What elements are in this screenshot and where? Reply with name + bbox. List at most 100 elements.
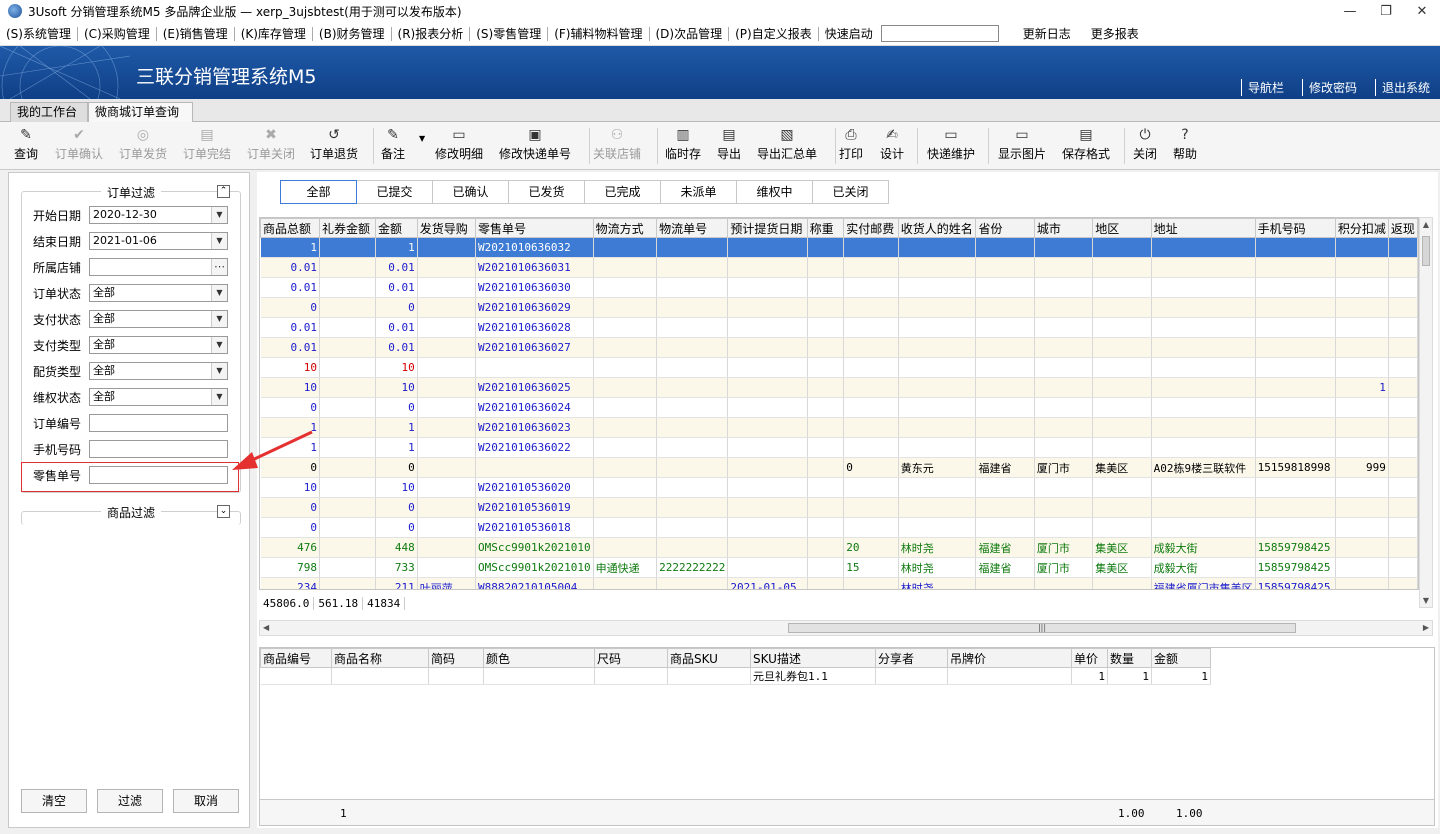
table-row[interactable]: 0 0 W2021010636024 (260, 397, 1418, 418)
orders-column-header[interactable]: 称重 (806, 218, 845, 238)
details-column-header[interactable]: 单价 (1071, 648, 1108, 668)
scroll-left-icon[interactable]: ◀ (263, 621, 269, 635)
table-row[interactable]: 0.01 0.01 W2021010636027 (260, 337, 1418, 358)
orders-column-header[interactable]: 金额 (375, 218, 418, 238)
status-tab-5[interactable]: 未派单 (661, 180, 737, 204)
table-row[interactable]: 1 1 W2021010636023 (260, 417, 1418, 438)
table-row[interactable]: 0 0 W2021010636029 (260, 297, 1418, 318)
scroll-down-icon[interactable]: ▼ (1420, 596, 1432, 605)
filter-field-0[interactable]: 2020-12-30 ▼ (89, 206, 228, 224)
dropdown-arrow-icon[interactable]: ▼ (211, 311, 227, 327)
browse-icon[interactable]: ⋯ (211, 259, 227, 275)
details-column-header[interactable]: 商品名称 (331, 648, 429, 668)
dropdown-arrow-icon[interactable]: ▼ (211, 207, 227, 223)
table-row[interactable]: 1 1 W2021010636032 (260, 237, 1418, 258)
status-tab-4[interactable]: 已完成 (585, 180, 661, 204)
orders-column-header[interactable]: 物流方式 (592, 218, 658, 238)
orders-column-header[interactable]: 地址 (1150, 218, 1256, 238)
minimize-icon[interactable]: — (1332, 0, 1368, 22)
toolbar-button-13[interactable]: ⎙ 打印 (839, 127, 863, 162)
menu-item-7[interactable]: (F)辅料物料管理 (548, 25, 648, 42)
toolbar-button-7[interactable]: ▭ 修改明细 (435, 127, 483, 162)
toolbar-button-12[interactable]: ▧ 导出汇总单 (757, 127, 817, 162)
toolbar-button-1[interactable]: ✔ 订单确认 (55, 127, 103, 162)
menu-item-0[interactable]: (S)系统管理 (0, 25, 77, 42)
toolbar-button-9[interactable]: ⚇ 关联店铺 (593, 127, 641, 162)
filter-field-7[interactable]: 全部 ▼ (89, 388, 228, 406)
table-row[interactable]: 0 0 W2021010536018 (260, 517, 1418, 538)
orders-column-header[interactable]: 礼券金额 (319, 218, 377, 238)
orders-column-header[interactable]: 积分扣减 (1334, 218, 1389, 238)
update-log-link[interactable]: 更新日志 (1017, 25, 1077, 42)
menu-item-6[interactable]: (S)零售管理 (470, 25, 547, 42)
quick-launch-input[interactable] (880, 25, 999, 42)
dropdown-arrow-icon[interactable]: ▼ (211, 233, 227, 249)
details-column-header[interactable]: 分享者 (875, 648, 948, 668)
status-tab-1[interactable]: 已提交 (357, 180, 433, 204)
filter-field-9[interactable] (89, 440, 228, 458)
table-row[interactable]: 1 1 W2021010636022 (260, 437, 1418, 458)
filter-field-2[interactable]: ⋯ (89, 258, 228, 276)
orders-column-header[interactable]: 手机号码 (1254, 218, 1336, 238)
logout-link[interactable]: 退出系统 (1374, 79, 1436, 96)
status-tab-2[interactable]: 已确认 (433, 180, 509, 204)
menu-item-3[interactable]: (K)库存管理 (235, 25, 312, 42)
filter-field-8[interactable] (89, 414, 228, 432)
orders-column-header[interactable]: 地区 (1092, 218, 1152, 238)
orders-horizontal-scrollbar[interactable]: ◀ ||| ▶ (259, 620, 1433, 636)
toolbar-button-16[interactable]: ▭ 显示图片 (998, 127, 1046, 162)
orders-column-header[interactable]: 收货人的姓名 (897, 218, 977, 238)
table-row[interactable]: 234 211 叶丽萍 W88820210105004 2021-01-05 林时尧 福建省… (260, 577, 1418, 589)
expand-down-icon[interactable]: ⌄ (217, 505, 230, 518)
menu-item-9[interactable]: (P)自定义报表 (729, 25, 818, 42)
orders-column-header[interactable]: 预计提货日期 (727, 218, 808, 238)
toolbar-button-5[interactable]: ↺ 订单退货 (310, 127, 358, 162)
details-column-header[interactable]: 颜色 (483, 648, 595, 668)
scroll-thumb[interactable] (1422, 236, 1430, 266)
status-tab-7[interactable]: 已关闭 (813, 180, 889, 204)
table-row[interactable]: 10 10 W2021010636025 1 (260, 377, 1418, 398)
toolbar-button-18[interactable]: ⏻ 关闭 (1133, 127, 1157, 162)
table-row[interactable]: 10 10 W2021010536020 (260, 477, 1418, 498)
toolbar-button-17[interactable]: ▤ 保存格式 (1062, 127, 1110, 162)
scroll-right-icon[interactable]: ▶ (1423, 621, 1429, 635)
horizontal-scroll-thumb[interactable]: ||| (788, 623, 1296, 633)
toolbar-button-10[interactable]: ▥ 临时存 (665, 127, 701, 162)
table-row[interactable]: 0 0 W2021010536019 (260, 497, 1418, 518)
cancel-button[interactable]: 取消 (173, 789, 239, 813)
table-row[interactable]: 0 0 0 黄东元 福建省 厦门市 集美区 A02栋9楼三联软件 15159818998 999 (260, 457, 1418, 478)
table-row[interactable]: 476 448 OMScc9901k2021010 20 林时尧 福建省 厦门市 集美区 成毅大… (260, 537, 1418, 558)
details-column-header[interactable]: 商品SKU (667, 648, 751, 668)
dropdown-arrow-icon[interactable]: ▼ (211, 337, 227, 353)
toolbar-button-19[interactable]: ? 帮助 (1173, 127, 1197, 162)
filter-field-6[interactable]: 全部 ▼ (89, 362, 228, 380)
orders-column-header[interactable]: 商品总额 (260, 218, 321, 238)
details-column-header[interactable]: 数量 (1107, 648, 1152, 668)
nav-bar-link[interactable]: 导航栏 (1240, 79, 1290, 96)
restore-icon[interactable]: ❐ (1368, 0, 1404, 22)
status-tab-3[interactable]: 已发货 (509, 180, 585, 204)
table-row[interactable]: 0.01 0.01 W2021010636028 (260, 317, 1418, 338)
filter-field-1[interactable]: 2021-01-06 ▼ (89, 232, 228, 250)
close-icon[interactable]: ✕ (1404, 0, 1440, 22)
toolbar-button-6[interactable]: ✎ 备注 (381, 127, 405, 162)
table-row[interactable]: 元旦礼券包1.1 1 1 1 (260, 667, 1211, 685)
toolbar-button-11[interactable]: ▤ 导出 (717, 127, 741, 162)
change-password-link[interactable]: 修改密码 (1301, 79, 1363, 96)
table-row[interactable]: 0.01 0.01 W2021010636031 (260, 257, 1418, 278)
menu-item-4[interactable]: (B)财务管理 (313, 25, 391, 42)
dropdown-arrow-icon[interactable]: ▼ (211, 389, 227, 405)
table-row[interactable]: 0.01 0.01 W2021010636030 (260, 277, 1418, 298)
details-column-header[interactable]: 尺码 (594, 648, 668, 668)
clear-button[interactable]: 清空 (21, 789, 87, 813)
orders-column-header[interactable]: 发货导购 (416, 218, 477, 238)
filter-button[interactable]: 过滤 (97, 789, 163, 813)
menu-item-8[interactable]: (D)次品管理 (650, 25, 729, 42)
orders-vertical-scrollbar[interactable]: ▲ ▼ (1419, 217, 1433, 608)
tab-weshop-order-query[interactable]: 微商城订单查询 (88, 102, 193, 123)
orders-column-header[interactable]: 省份 (975, 218, 1035, 238)
filter-field-3[interactable]: 全部 ▼ (89, 284, 228, 302)
orders-column-header[interactable]: 零售单号 (475, 218, 594, 238)
table-row[interactable]: 798 733 OMScc9901k2021010 申通快递 2222222222 15 林… (260, 557, 1418, 578)
details-column-header[interactable]: 金额 (1151, 648, 1211, 668)
